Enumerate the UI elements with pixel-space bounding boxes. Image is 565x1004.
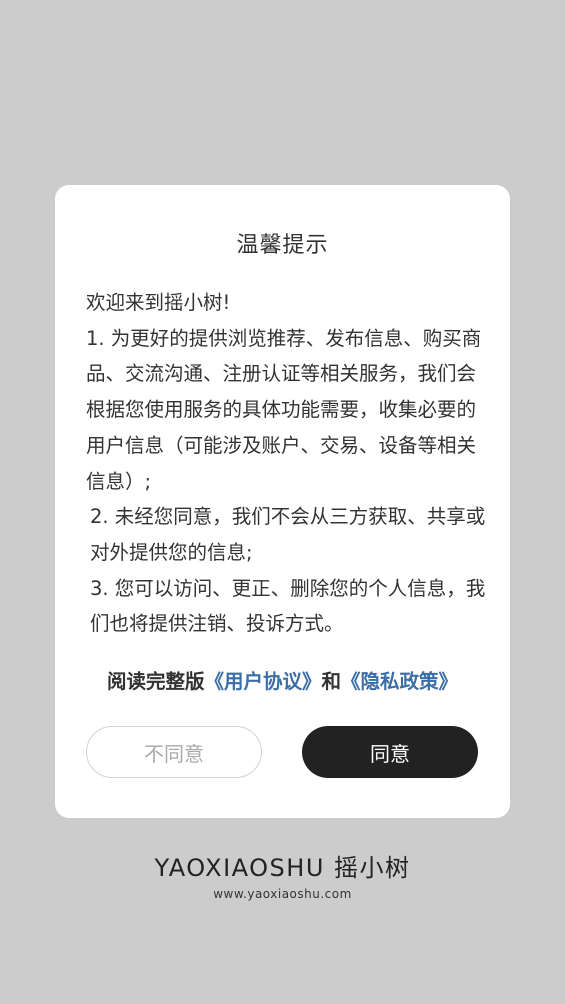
- user-agreement-link[interactable]: 《用户协议》: [204, 670, 321, 693]
- dialog-title: 温馨提示: [236, 233, 329, 258]
- welcome-text: 欢迎来到摇小树!: [86, 291, 231, 314]
- read-full-version-line: 阅读完整版《用户协议》和《隐私政策》: [55, 665, 510, 694]
- terms-item-1: 1. 为更好的提供浏览推荐、发布信息、购买商品、交流沟通、注册认证等相关服务，我…: [86, 326, 482, 493]
- dialog-body: 欢迎来到摇小树! 1. 为更好的提供浏览推荐、发布信息、购买商品、交流沟通、注册…: [86, 285, 486, 642]
- brand-logo: YAOXIAOSHU 摇小树 www.yaoxiaoshu.com: [0, 848, 565, 901]
- read-prefix-text: 阅读完整版: [106, 670, 205, 693]
- disagree-button[interactable]: 不同意: [86, 726, 262, 778]
- terms-item-2: 2. 未经您同意，我们不会从三方获取、共享或对外提供您的信息;: [90, 505, 486, 564]
- privacy-dialog: 温馨提示 欢迎来到摇小树! 1. 为更好的提供浏览推荐、发布信息、购买商品、交流…: [55, 185, 510, 818]
- privacy-policy-link[interactable]: 《隐私政策》: [341, 670, 458, 693]
- and-text: 和: [321, 670, 342, 693]
- brand-url: www.yaoxiaoshu.com: [213, 887, 352, 901]
- terms-item-3: 3. 您可以访问、更正、删除您的个人信息，我们也将提供注销、投诉方式。: [90, 576, 486, 636]
- agree-button[interactable]: 同意: [302, 726, 478, 778]
- brand-name: YAOXIAOSHU 摇小树: [154, 854, 411, 882]
